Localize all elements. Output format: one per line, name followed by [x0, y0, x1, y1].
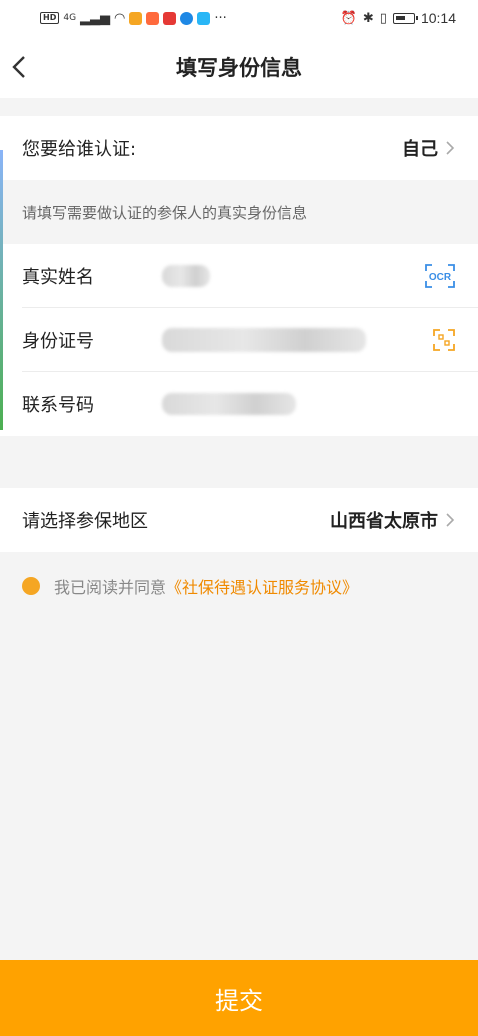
agreement-link[interactable]: 《社保待遇认证服务协议》	[166, 578, 358, 597]
app-notification-icon	[146, 11, 160, 25]
agreement-checkbox[interactable]	[22, 577, 40, 595]
app-notification-icon	[163, 11, 177, 25]
phone-field[interactable]	[162, 393, 296, 415]
app-notification-icon	[180, 11, 194, 25]
vibrate-icon: ▯	[379, 10, 387, 26]
name-label: 真实姓名	[22, 267, 94, 288]
status-icons-right: ⏰ ✱ ▯ 10:14	[341, 10, 456, 26]
agreement-text: 我已阅读并同意	[54, 578, 167, 597]
certify-for-value: 自己	[402, 135, 456, 161]
certify-for-label: 您要给谁认证:	[22, 139, 137, 160]
region-row[interactable]: 请选择参保地区 山西省太原市	[0, 488, 478, 552]
chevron-right-icon	[446, 513, 455, 527]
battery-icon	[392, 12, 418, 24]
more-notifications-icon: ···	[214, 10, 227, 26]
signal-icon: ▂▃▅	[80, 10, 111, 26]
id-number-field[interactable]	[162, 328, 366, 352]
id-scan-icon[interactable]	[432, 328, 456, 352]
app-notification-icon	[197, 11, 211, 25]
certify-for-selected: 自己	[402, 139, 438, 160]
certify-for-row[interactable]: 您要给谁认证: 自己	[0, 116, 478, 180]
region-selected: 山西省太原市	[330, 511, 438, 532]
chevron-right-icon	[446, 141, 455, 155]
bluetooth-icon: ✱	[362, 10, 374, 26]
status-bar: HD 4G ▂▃▅ ◠ ··· ⏰ ✱ ▯ 10:14	[0, 0, 478, 36]
agreement-row: 我已阅读并同意《社保待遇认证服务协议》	[22, 574, 358, 598]
ocr-text: OCR	[429, 272, 452, 283]
region-label: 请选择参保地区	[22, 511, 148, 532]
name-field[interactable]	[162, 265, 210, 287]
nav-bar: 填写身份信息	[0, 36, 478, 98]
region-value: 山西省太原市	[330, 507, 456, 533]
network-icon: 4G	[63, 13, 77, 23]
hd-icon: HD	[40, 12, 60, 24]
ocr-scan-icon[interactable]: OCR	[424, 263, 456, 289]
submit-button[interactable]: 提交	[0, 960, 478, 1036]
status-icons-left: HD 4G ▂▃▅ ◠ ···	[40, 11, 227, 26]
name-row: 真实姓名 OCR	[0, 244, 478, 308]
id-label: 身份证号	[22, 331, 94, 352]
app-notification-icon	[129, 11, 143, 25]
alarm-icon: ⏰	[340, 10, 357, 26]
back-icon[interactable]	[8, 50, 32, 84]
edge-decoration	[0, 150, 3, 430]
id-row: 身份证号	[0, 308, 478, 372]
page-title: 填写身份信息	[176, 56, 302, 80]
status-time: 10:14	[420, 10, 456, 26]
hint-text: 请填写需要做认证的参保人的真实身份信息	[22, 203, 308, 222]
phone-label: 联系号码	[22, 395, 94, 416]
phone-row: 联系号码	[0, 372, 478, 436]
wifi-icon: ◠	[114, 10, 126, 26]
